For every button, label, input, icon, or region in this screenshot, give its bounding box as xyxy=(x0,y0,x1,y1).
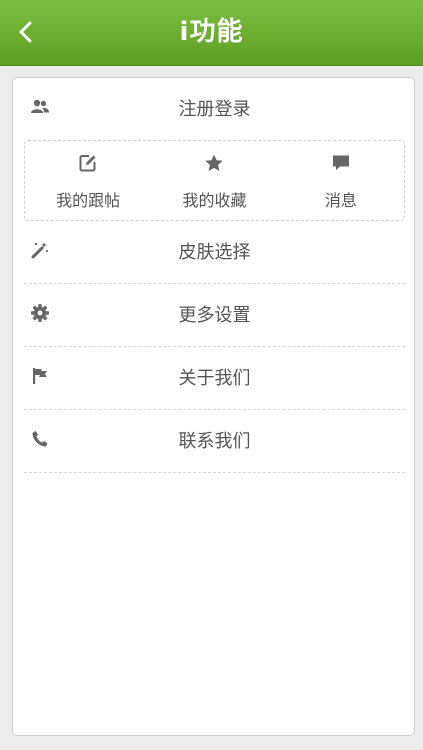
function-menu-card: 注册登录 我的跟帖 我的收藏 消息 皮肤选择 更多设置 关于我们 联系我们 xyxy=(12,77,415,736)
more-settings-label: 更多设置 xyxy=(178,305,251,326)
edit-icon xyxy=(78,153,98,173)
about-us-label: 关于我们 xyxy=(178,368,251,389)
my-favorites-button[interactable]: 我的收藏 xyxy=(151,141,277,220)
skin-select-label: 皮肤选择 xyxy=(178,242,251,263)
about-us-item[interactable]: 关于我们 xyxy=(24,347,405,410)
skin-select-item[interactable]: 皮肤选择 xyxy=(24,221,405,284)
header-bar: i功能 xyxy=(0,0,423,66)
message-icon xyxy=(331,153,351,173)
quick-actions-panel: 我的跟帖 我的收藏 消息 xyxy=(24,140,405,221)
register-login-label: 注册登录 xyxy=(178,99,251,120)
my-favorites-label: 我的收藏 xyxy=(182,191,247,210)
more-settings-item[interactable]: 更多设置 xyxy=(24,284,405,347)
page-title: i功能 xyxy=(179,17,244,47)
contact-us-label: 联系我们 xyxy=(178,431,251,452)
my-posts-button[interactable]: 我的跟帖 xyxy=(25,141,151,220)
my-posts-label: 我的跟帖 xyxy=(56,191,121,210)
messages-button[interactable]: 消息 xyxy=(278,141,404,220)
contact-us-item[interactable]: 联系我们 xyxy=(24,410,405,473)
star-icon xyxy=(204,153,224,173)
register-login-item[interactable]: 注册登录 xyxy=(24,78,405,141)
messages-label: 消息 xyxy=(324,191,357,210)
